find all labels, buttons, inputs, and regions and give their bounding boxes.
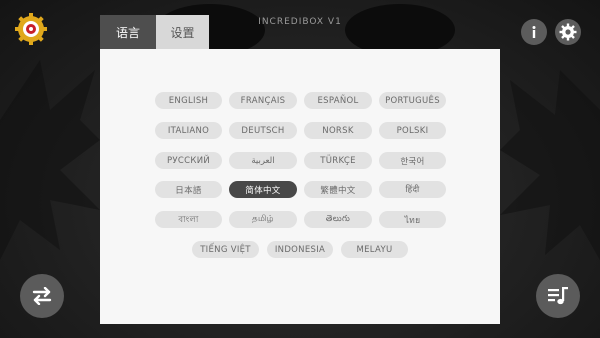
language-option-norsk[interactable]: NORSK [304,122,372,139]
language-option-hindi[interactable]: हिंदी [379,181,446,198]
tab-settings[interactable]: 设置 [156,15,209,49]
language-option-russian[interactable]: РУССКИЙ [155,152,222,169]
switch-button[interactable] [20,274,64,318]
language-option-malay[interactable]: MELAYU [341,241,408,258]
language-option-traditional-chinese[interactable]: 繁體中文 [304,181,372,198]
language-option-simplified-chinese[interactable]: 简体中文 [229,181,297,198]
language-option-italiano[interactable]: ITALIANO [155,122,222,139]
swap-arrows-icon [32,287,52,305]
tab-bar: 语言 设置 [100,15,209,49]
info-button[interactable] [521,19,547,45]
language-option-telugu[interactable]: తెలుగు [304,211,372,228]
gear-icon [559,23,577,41]
language-option-bengali[interactable]: বাংলা [155,211,222,228]
language-option-deutsch[interactable]: DEUTSCH [229,122,297,139]
tab-language[interactable]: 语言 [100,15,156,49]
language-option-francais[interactable]: FRANÇAIS [229,92,297,109]
playlist-music-icon [548,287,568,305]
language-option-polski[interactable]: POLSKI [379,122,446,139]
language-option-tamil[interactable]: தமிழ் [229,211,297,228]
language-option-portugues[interactable]: PORTUGUÊS [379,92,446,109]
app-title: INCREDIBOX V1 [258,17,342,27]
language-option-espanol[interactable]: ESPAÑOL [304,92,372,109]
language-option-turkce[interactable]: TÜRKÇE [304,152,372,169]
language-option-japanese[interactable]: 日本語 [155,181,222,198]
language-option-korean[interactable]: 한국어 [379,152,446,169]
language-option-indonesian[interactable]: INDONESIA [267,241,333,258]
info-icon [532,26,536,38]
playlist-button[interactable] [536,274,580,318]
settings-button[interactable] [555,19,581,45]
language-option-arabic[interactable]: العربية [229,152,297,169]
language-panel: ENGLISH FRANÇAIS ESPAÑOL PORTUGUÊS ITALI… [100,49,500,324]
language-option-vietnamese[interactable]: TIẾNG VIỆT [192,241,259,258]
language-option-thai[interactable]: ไทย [379,211,446,228]
language-option-english[interactable]: ENGLISH [155,92,222,109]
